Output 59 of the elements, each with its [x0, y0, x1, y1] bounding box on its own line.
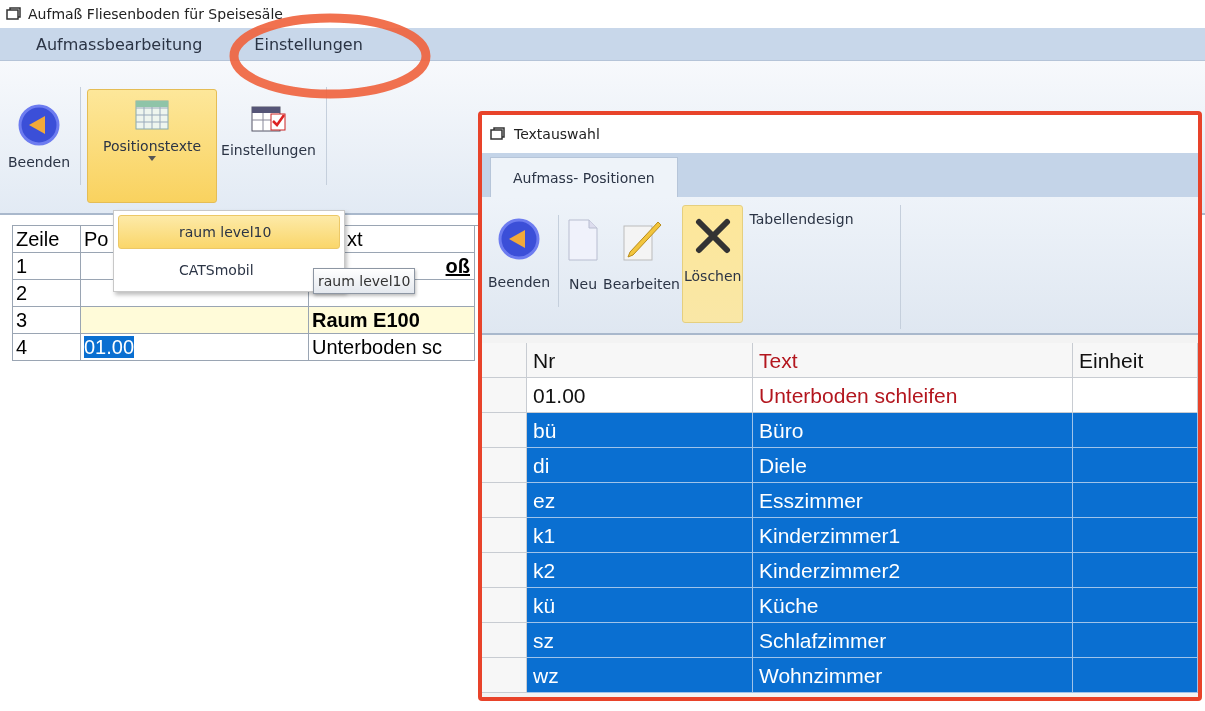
table-cell: Kinderzimmer1: [753, 518, 1073, 553]
table-cell: sz: [527, 623, 753, 658]
column-header: Einheit: [1073, 343, 1198, 378]
column-header: Zeile: [13, 226, 81, 253]
window-icon: [490, 127, 506, 141]
table-cell: Kinderzimmer2: [753, 553, 1073, 588]
table-cell: Büro: [753, 413, 1073, 448]
table-cell: 2: [13, 280, 81, 307]
column-header: Text: [753, 343, 1073, 378]
table-icon: [135, 100, 170, 130]
table-cell: Unterboden schleifen: [753, 378, 1073, 413]
ribbon-button[interactable]: Beenden: [486, 205, 553, 323]
table-cell: Küche: [753, 588, 1073, 623]
ribbon-button[interactable]: Neu: [565, 205, 602, 323]
row-header: [482, 483, 527, 518]
table-cell: 01.00: [81, 334, 309, 361]
row-header: [482, 518, 527, 553]
window-title: Aufmaß Fliesenboden für Speisesäle: [28, 6, 283, 22]
row-header: [482, 343, 527, 378]
ribbon-button[interactable]: Einstellungen: [217, 89, 320, 203]
table-cell: Schlafzimmer: [753, 623, 1073, 658]
table-cell: bü: [527, 413, 753, 448]
table-cell: kü: [527, 588, 753, 623]
table-cell: k2: [527, 553, 753, 588]
ribbon-tab[interactable]: Aufmass- Positionen: [490, 157, 678, 197]
ribbon-button[interactable]: Beenden: [4, 89, 75, 203]
table-cell: k1: [527, 518, 753, 553]
table-check-icon: [250, 104, 287, 134]
dialog-title: Textauswahl: [514, 126, 600, 142]
menu-tab[interactable]: Aufmassbearbeitung: [36, 34, 203, 54]
ribbon-button[interactable]: Tabellendesign: [743, 205, 860, 233]
table-cell: wz: [527, 658, 753, 693]
column-header: Nr: [527, 343, 753, 378]
table-cell: Unterboden sc: [309, 334, 475, 361]
row-header: [482, 413, 527, 448]
table-cell: 01.00: [527, 378, 753, 413]
ribbon-button[interactable]: Positionstexte: [87, 89, 218, 203]
table-cell: 3: [13, 307, 81, 334]
ribbon-button[interactable]: Bearbeiten: [601, 205, 682, 323]
row-header: [482, 553, 527, 588]
page-icon: [567, 218, 600, 262]
row-header: [482, 658, 527, 693]
row-header: [482, 588, 527, 623]
table-cell: ez: [527, 483, 753, 518]
ribbon-button[interactable]: Löschen: [682, 205, 744, 323]
table-cell: 1: [13, 253, 81, 280]
row-header: [482, 378, 527, 413]
table-cell: Esszimmer: [753, 483, 1073, 518]
table-cell: 4: [13, 334, 81, 361]
row-header: [482, 448, 527, 483]
caret-icon: [148, 156, 157, 161]
table-cell: Wohnzimmer: [753, 658, 1073, 693]
table-cell: di: [527, 448, 753, 483]
table-cell: Raum E100: [309, 307, 475, 334]
menu-item[interactable]: raum level10: [118, 215, 340, 249]
row-header: [482, 623, 527, 658]
menu-tab[interactable]: Einstellungen: [254, 34, 363, 54]
table-cell: Diele: [753, 448, 1073, 483]
window-icon: [6, 7, 22, 21]
